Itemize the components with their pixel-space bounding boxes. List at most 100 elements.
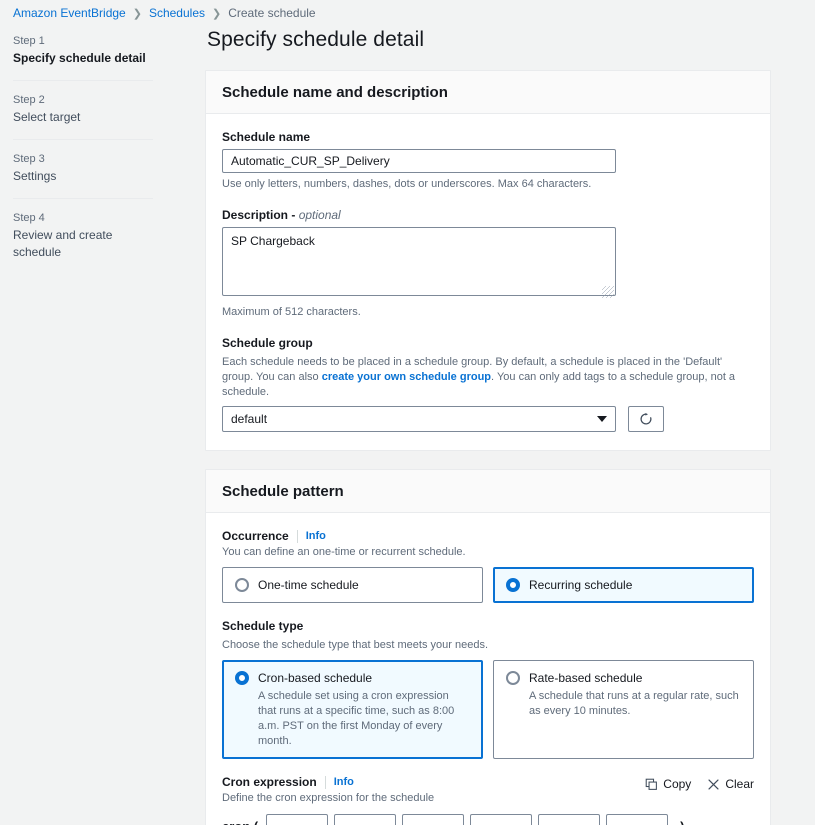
cron-prefix: cron ( <box>222 814 258 825</box>
schedule-pattern-panel-header: Schedule pattern <box>206 470 770 513</box>
schedule-type-option-cron[interactable]: Cron-based schedule A schedule set using… <box>222 660 483 759</box>
step-2-number: Step 2 <box>13 94 45 106</box>
schedule-group-select[interactable]: default <box>222 406 616 432</box>
description-label: Description - optional <box>222 208 754 222</box>
refresh-schedule-groups-button[interactable] <box>628 406 664 432</box>
radio-selected-icon <box>506 578 520 592</box>
cron-input-year[interactable] <box>606 814 669 825</box>
cron-cell-minutes: Minutes <box>266 814 334 825</box>
clear-cron-label: Clear <box>725 777 754 791</box>
create-schedule-group-link[interactable]: create your own schedule group <box>322 371 491 383</box>
occurrence-option-one-time-label: One-time schedule <box>258 578 359 592</box>
schedule-pattern-panel: Schedule pattern Occurrence Info You can… <box>205 469 771 825</box>
schedule-type-option-rate-row: Rate-based schedule <box>506 670 741 686</box>
breadcrumb-item-create-schedule: Create schedule <box>228 6 316 20</box>
schedule-group-selected-value: default <box>231 412 268 426</box>
breadcrumb-item-schedules[interactable]: Schedules <box>149 6 205 20</box>
schedule-name-panel: Schedule name and description Schedule n… <box>205 70 771 451</box>
step-1-label: Specify schedule detail <box>13 51 146 65</box>
schedule-group-field: Schedule group Each schedule needs to be… <box>222 336 754 432</box>
cron-input-day-of-month[interactable] <box>402 814 465 825</box>
radio-unselected-icon <box>506 671 520 685</box>
cron-cell-day-of-week: Day of the week <box>538 814 606 825</box>
occurrence-label: Occurrence <box>222 529 289 543</box>
sidebar-step-4[interactable]: Step 4 Review and create schedule <box>13 210 153 261</box>
occurrence-option-recurring-row: Recurring schedule <box>506 577 741 593</box>
cron-label-block: Cron expression Info Define the cron exp… <box>222 775 434 806</box>
schedule-type-options: Cron-based schedule A schedule set using… <box>222 660 754 759</box>
page-title: Specify schedule detail <box>207 28 425 51</box>
cron-input-month[interactable] <box>470 814 533 825</box>
description-textarea-wrap <box>222 227 616 301</box>
clear-cron-button[interactable]: Clear <box>707 777 754 791</box>
cron-actions: Copy Clear <box>645 777 754 791</box>
description-optional-text: optional <box>298 208 341 222</box>
schedule-name-panel-body: Schedule name Use only letters, numbers,… <box>206 114 770 450</box>
copy-cron-button[interactable]: Copy <box>645 777 691 791</box>
step-2-label: Select target <box>13 110 81 124</box>
breadcrumb-separator-icon: ❯ <box>132 7 142 20</box>
cron-input-hours[interactable] <box>334 814 397 825</box>
sidebar-step-1[interactable]: Step 1 Specify schedule detail <box>13 33 153 67</box>
copy-cron-label: Copy <box>663 777 692 791</box>
schedule-type-option-cron-description: A schedule set using a cron expression t… <box>258 690 455 747</box>
cron-expression-field: Cron expression Info Define the cron exp… <box>222 775 754 825</box>
description-help: Maximum of 512 characters. <box>222 306 361 318</box>
occurrence-options: One-time schedule Recurring schedule <box>222 567 754 603</box>
breadcrumb-separator-icon: ❯ <box>212 7 222 20</box>
cron-cell-day-of-month: Day of month <box>402 814 470 825</box>
schedule-pattern-panel-title: Schedule pattern <box>222 483 344 500</box>
create-schedule-page: Amazon EventBridge ❯ Schedules ❯ Create … <box>0 0 815 825</box>
occurrence-option-one-time-row: One-time schedule <box>235 577 470 593</box>
schedule-pattern-panel-body: Occurrence Info You can define an one-ti… <box>206 513 770 825</box>
schedule-type-option-rate-label: Rate-based schedule <box>529 671 643 685</box>
schedule-group-row: default <box>222 406 754 432</box>
cron-cell-month: Month <box>470 814 538 825</box>
label-divider <box>296 529 298 543</box>
occurrence-option-recurring[interactable]: Recurring schedule <box>493 567 754 603</box>
occurrence-option-one-time[interactable]: One-time schedule <box>222 567 483 603</box>
step-4-number: Step 4 <box>13 212 45 224</box>
occurrence-option-recurring-label: Recurring schedule <box>529 578 633 592</box>
cron-expression-label: Cron expression <box>222 775 317 789</box>
cron-help: Define the cron expression for the sched… <box>222 792 435 804</box>
step-3-number: Step 3 <box>13 153 45 165</box>
step-4-label: Review and create schedule <box>13 228 113 259</box>
schedule-name-input[interactable] <box>222 149 616 173</box>
sidebar-step-2[interactable]: Step 2 Select target <box>13 92 153 126</box>
cron-input-day-of-week[interactable] <box>538 814 601 825</box>
occurrence-field: Occurrence Info You can define an one-ti… <box>222 529 754 603</box>
cron-info-link[interactable]: Info <box>334 776 354 788</box>
schedule-name-field: Schedule name Use only letters, numbers,… <box>222 130 754 192</box>
radio-selected-icon <box>235 671 249 685</box>
cron-label-row: Cron expression Info <box>222 775 434 789</box>
step-divider <box>13 139 153 140</box>
occurrence-info-link[interactable]: Info <box>306 530 326 542</box>
label-divider <box>324 775 326 789</box>
description-label-text: Description - <box>222 208 299 222</box>
step-divider <box>13 198 153 199</box>
occurrence-label-row: Occurrence Info <box>222 529 754 543</box>
schedule-name-label: Schedule name <box>222 130 311 144</box>
cron-suffix: ) <box>680 814 684 825</box>
close-icon <box>708 778 719 790</box>
schedule-name-help: Use only letters, numbers, dashes, dots … <box>222 178 592 190</box>
schedule-type-option-cron-label: Cron-based schedule <box>258 671 373 685</box>
schedule-type-option-rate-description: A schedule that runs at a regular rate, … <box>529 690 739 717</box>
schedule-type-field: Schedule type Choose the schedule type t… <box>222 619 754 759</box>
step-3-label: Settings <box>13 169 57 183</box>
schedule-type-help: Choose the schedule type that best meets… <box>222 639 488 651</box>
occurrence-help: You can define an one-time or recurrent … <box>222 546 466 558</box>
radio-unselected-icon <box>235 578 249 592</box>
refresh-icon <box>640 413 652 425</box>
description-textarea[interactable] <box>222 227 616 296</box>
main-content: Specify schedule detail Schedule name an… <box>205 28 771 825</box>
schedule-type-option-cron-row: Cron-based schedule <box>235 670 470 686</box>
breadcrumb-item-eventbridge[interactable]: Amazon EventBridge <box>13 6 126 20</box>
schedule-type-option-rate[interactable]: Rate-based schedule A schedule that runs… <box>493 660 754 759</box>
cron-fields: cron ( Minutes Hours Day of month <box>222 814 754 825</box>
step-divider <box>13 80 153 81</box>
description-field: Description - optional Maximum of 512 ch… <box>222 208 754 320</box>
sidebar-step-3[interactable]: Step 3 Settings <box>13 151 153 185</box>
cron-input-minutes[interactable] <box>266 814 329 825</box>
